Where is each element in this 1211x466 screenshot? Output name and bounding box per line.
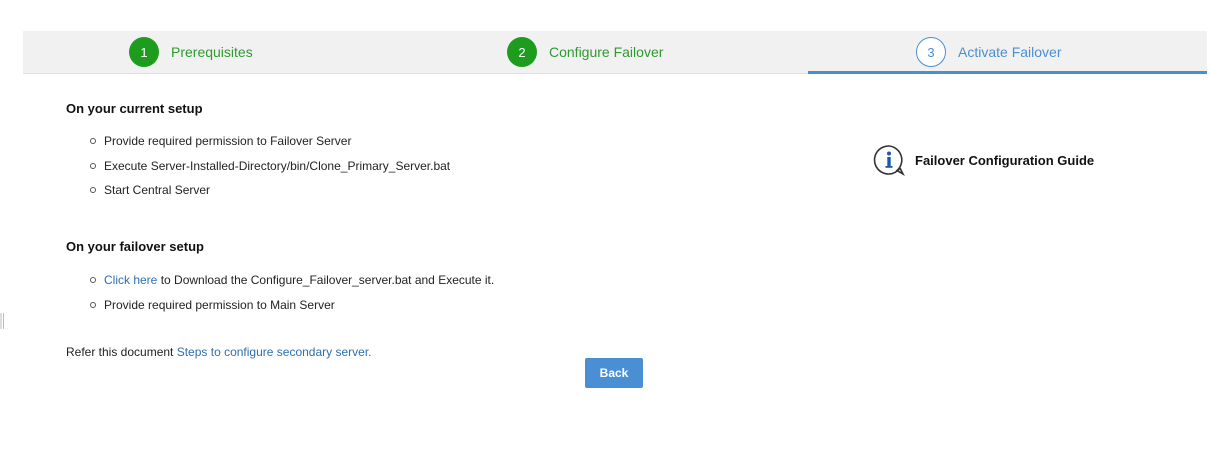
list-item: Provide required permission to Main Serv…	[88, 298, 494, 323]
download-instruction-text: to Download the Configure_Failover_serve…	[157, 273, 495, 287]
active-step-indicator	[808, 71, 1207, 74]
refer-prefix: Refer this document	[66, 345, 177, 359]
list-item: Start Central Server	[88, 183, 450, 208]
wizard-stepper: 1 Prerequisites 2 Configure Failover 3 A…	[23, 31, 1207, 74]
refer-document-line: Refer this document Steps to configure s…	[66, 345, 372, 359]
step-number-3: 3	[916, 37, 946, 67]
step-configure-failover[interactable]: 2 Configure Failover	[507, 31, 663, 73]
step-label: Configure Failover	[549, 44, 664, 60]
current-setup-title: On your current setup	[66, 101, 203, 116]
failover-configuration-guide[interactable]: Failover Configuration Guide	[873, 144, 1094, 176]
list-item: Click here to Download the Configure_Fai…	[88, 273, 494, 298]
click-here-link[interactable]: Click here	[104, 273, 157, 287]
step-label: Prerequisites	[171, 44, 253, 60]
step-number-2: 2	[507, 37, 537, 67]
step-prerequisites[interactable]: 1 Prerequisites	[129, 31, 253, 73]
list-item: Execute Server-Installed-Directory/bin/C…	[88, 159, 450, 184]
guide-label: Failover Configuration Guide	[915, 152, 1095, 168]
failover-setup-list: Click here to Download the Configure_Fai…	[88, 273, 494, 322]
resize-handle-icon[interactable]	[0, 312, 5, 330]
failover-setup-title: On your failover setup	[66, 239, 204, 254]
step-number-1: 1	[129, 37, 159, 67]
current-setup-list: Provide required permission to Failover …	[88, 134, 450, 208]
list-item: Provide required permission to Failover …	[88, 134, 450, 159]
step-label: Activate Failover	[958, 44, 1062, 60]
secondary-server-doc-link[interactable]: Steps to configure secondary server.	[177, 345, 372, 359]
back-button[interactable]: Back	[585, 358, 643, 388]
info-icon	[873, 145, 905, 176]
step-activate-failover[interactable]: 3 Activate Failover	[916, 31, 1061, 73]
